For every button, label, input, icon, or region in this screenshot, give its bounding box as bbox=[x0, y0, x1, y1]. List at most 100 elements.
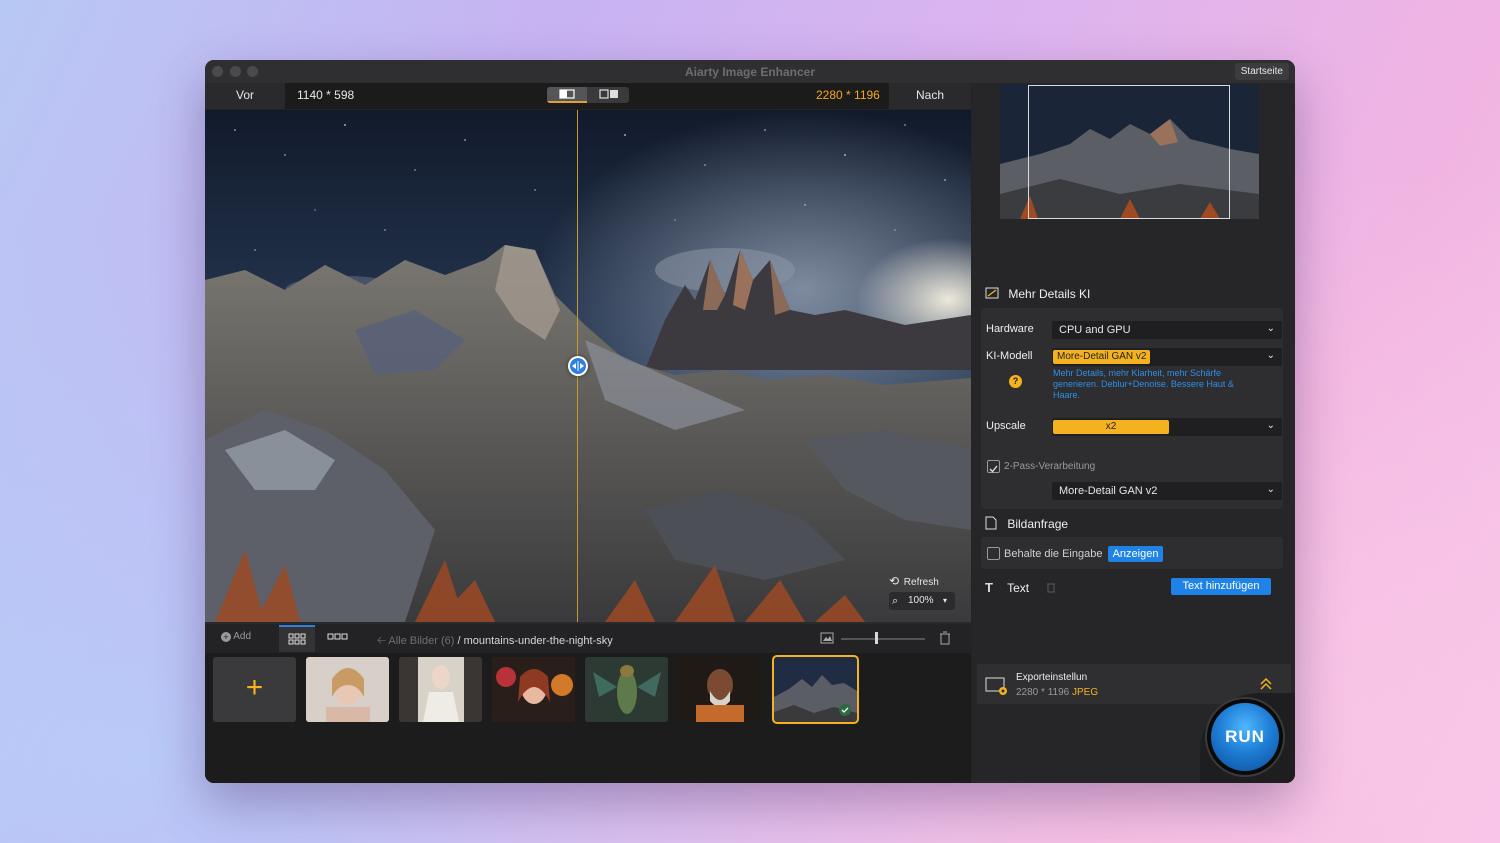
navigator-viewport[interactable] bbox=[1028, 85, 1230, 219]
after-tab[interactable]: Nach bbox=[889, 83, 971, 109]
slider-thumb[interactable] bbox=[875, 632, 878, 644]
prompt-section-header: Bildanfrage bbox=[985, 516, 1068, 531]
zoom-control[interactable]: ⌕ 100% ▾ bbox=[889, 592, 955, 610]
refresh-icon: ⟲ bbox=[889, 574, 900, 588]
export-dimensions: 2280 * 1196 bbox=[1016, 687, 1070, 698]
upscale-value: x2 bbox=[1053, 420, 1169, 434]
text-section-title: Text bbox=[1007, 581, 1030, 595]
breadcrumb-root[interactable]: Alle Bilder (6) bbox=[388, 635, 454, 647]
text-tool-icon: T bbox=[985, 580, 993, 595]
before-tab[interactable]: Vor bbox=[205, 83, 285, 109]
keep-input-checkbox[interactable] bbox=[987, 547, 1000, 560]
add-label: Add bbox=[233, 631, 252, 642]
chevron-down-icon: ⌄ bbox=[1266, 350, 1275, 361]
before-dimensions: 1140 * 598 bbox=[297, 88, 355, 102]
add-images-button[interactable]: + Add bbox=[221, 631, 251, 642]
title-bar: Aiarty Image Enhancer Startseite bbox=[205, 60, 1295, 84]
drag-arrows-icon bbox=[570, 358, 586, 374]
after-dimensions: 2280 * 1196 bbox=[816, 88, 880, 102]
two-pass-checkbox[interactable] bbox=[987, 460, 1000, 473]
export-settings-icon bbox=[985, 677, 1007, 695]
navigator-preview[interactable] bbox=[1000, 84, 1259, 219]
model-description: Mehr Details, mehr Klarheit, mehr Schärf… bbox=[1053, 368, 1234, 400]
model-label: KI-Modell bbox=[986, 350, 1033, 362]
compare-info-bar: Vor 1140 * 598 2280 * 1196 Nach bbox=[205, 83, 971, 109]
thumbnail-size-slider[interactable] bbox=[841, 638, 925, 640]
back-arrow-icon[interactable]: 🡠 bbox=[377, 635, 386, 647]
thumbnail[interactable] bbox=[585, 657, 668, 722]
thumbnail[interactable] bbox=[492, 657, 575, 722]
image-preview[interactable] bbox=[205, 110, 971, 622]
two-pass-model-select[interactable]: More-Detail GAN v2 ⌄ bbox=[1052, 482, 1282, 500]
grid-view-button[interactable] bbox=[279, 625, 315, 652]
magnifier-icon: ⌕ bbox=[892, 595, 899, 607]
add-image-thumb[interactable]: + bbox=[213, 657, 296, 722]
hardware-select[interactable]: CPU and GPU ⌄ bbox=[1052, 321, 1282, 339]
compare-divider-handle[interactable] bbox=[568, 356, 588, 376]
ai-section-header: Mehr Details KI bbox=[985, 287, 1090, 301]
prompt-card: Behalte die Eingabe Anzeigen bbox=[981, 537, 1283, 569]
gallery-toolbar: + Add 🡠 Alle Bilder (6) / mountains-unde… bbox=[205, 622, 971, 653]
export-title: Exporteinstellun bbox=[1016, 672, 1088, 683]
text-section-header: T Text bbox=[985, 580, 1029, 595]
keep-input-label: Behalte die Eingabe bbox=[1004, 548, 1103, 560]
image-size-icon bbox=[820, 632, 834, 644]
chevron-double-up-icon[interactable] bbox=[1260, 678, 1272, 690]
zoom-value: 100% bbox=[908, 595, 934, 606]
add-text-button[interactable]: Text hinzufügen bbox=[1171, 578, 1271, 595]
side-by-side-view-button[interactable] bbox=[589, 87, 629, 103]
view-mode-toggle bbox=[547, 87, 629, 103]
export-format: JPEG bbox=[1071, 687, 1099, 698]
grid-icon bbox=[288, 633, 306, 645]
document-icon bbox=[985, 516, 997, 530]
elderly-man-thumb bbox=[678, 657, 761, 722]
thumbnail[interactable] bbox=[306, 657, 389, 722]
gallery-panel: + Add 🡠 Alle Bilder (6) / mountains-unde… bbox=[205, 622, 971, 783]
home-button[interactable]: Startseite bbox=[1234, 63, 1289, 80]
help-icon[interactable]: ? bbox=[1009, 375, 1022, 388]
run-button[interactable]: RUN bbox=[1211, 703, 1279, 771]
split-view-button[interactable] bbox=[547, 87, 587, 103]
thumbnail-selected[interactable] bbox=[772, 655, 859, 724]
two-pass-label: 2-Pass-Verarbeitung bbox=[1004, 461, 1096, 472]
strip-icon bbox=[327, 633, 348, 640]
chevron-down-icon: ⌄ bbox=[1266, 323, 1275, 334]
trash-icon[interactable] bbox=[1046, 581, 1056, 593]
model-select[interactable]: More-Detail GAN v2 ⌄ bbox=[1052, 348, 1282, 366]
bride-thumb bbox=[399, 657, 482, 722]
show-button[interactable]: Anzeigen bbox=[1108, 546, 1163, 562]
ai-section-title: Mehr Details KI bbox=[1008, 287, 1091, 301]
hardware-label: Hardware bbox=[986, 323, 1034, 335]
chevron-down-icon: ⌄ bbox=[1266, 420, 1275, 431]
plus-circle-icon: + bbox=[221, 632, 231, 642]
mountain-night-thumb bbox=[774, 657, 857, 722]
upscale-label: Upscale bbox=[986, 420, 1026, 432]
breadcrumb-current: / mountains-under-the-night-sky bbox=[457, 635, 613, 647]
app-window: Aiarty Image Enhancer Startseite Vor 114… bbox=[205, 60, 1295, 783]
upscale-select[interactable]: x2 ⌄ bbox=[1052, 418, 1282, 436]
enhance-icon bbox=[985, 287, 999, 299]
thumbnail[interactable] bbox=[399, 657, 482, 722]
trash-icon[interactable] bbox=[939, 631, 951, 645]
two-pass-model-value: More-Detail GAN v2 bbox=[1059, 485, 1158, 497]
breadcrumb: 🡠 Alle Bilder (6) / mountains-under-the-… bbox=[377, 632, 613, 651]
export-info: 2280 * 1196 JPEG bbox=[1016, 687, 1098, 698]
portrait-woman-thumb bbox=[306, 657, 389, 722]
prompt-section-title: Bildanfrage bbox=[1007, 517, 1069, 531]
redhead-flowers-thumb bbox=[492, 657, 575, 722]
strip-view-button[interactable] bbox=[319, 625, 355, 652]
side-by-side-icon bbox=[599, 89, 618, 99]
chevron-down-icon: ▾ bbox=[943, 596, 948, 605]
insect-thumb bbox=[585, 657, 668, 722]
window-title: Aiarty Image Enhancer bbox=[684, 65, 816, 79]
refresh-label: Refresh bbox=[903, 577, 939, 588]
thumbnail[interactable] bbox=[678, 657, 761, 722]
model-value: More-Detail GAN v2 bbox=[1053, 350, 1151, 364]
settings-panel: Mehr Details KI Hardware CPU and GPU ⌄ K… bbox=[972, 83, 1295, 783]
refresh-button[interactable]: ⟲ Refresh bbox=[889, 574, 939, 588]
chevron-down-icon: ⌄ bbox=[1266, 484, 1275, 495]
split-view-icon bbox=[559, 89, 575, 99]
ai-settings-card: Hardware CPU and GPU ⌄ KI-Modell More-De… bbox=[981, 308, 1283, 509]
check-icon bbox=[989, 465, 998, 473]
mountain-night-image bbox=[205, 110, 971, 622]
